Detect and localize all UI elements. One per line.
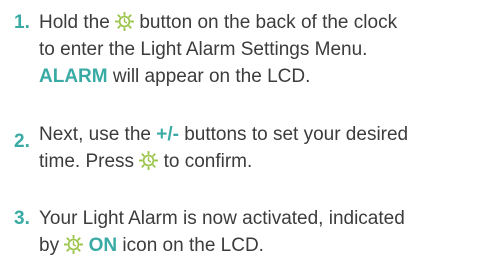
sun-clock-icon <box>139 151 159 170</box>
step-text: Your Light Alarm is now activated, indic… <box>39 205 499 259</box>
step-text-part: icon on the LCD. <box>122 235 264 256</box>
step-text-part: to confirm. <box>163 151 253 172</box>
step-text-part: Next, use the <box>39 124 151 145</box>
step-text-part: button on the back of the clock <box>139 12 398 33</box>
step-text-part: will appear on the LCD. <box>112 66 311 87</box>
step-text-part: by <box>39 235 60 256</box>
on-keyword: ON <box>88 235 118 256</box>
sun-clock-icon <box>115 12 135 31</box>
instructions-page: 1. Hold the button on the back of the cl… <box>0 0 500 269</box>
sun-clock-icon <box>64 235 84 254</box>
step-number: 3. <box>14 208 30 229</box>
step-text-part: Your Light Alarm is now activated, indic… <box>39 208 405 229</box>
step-text: Hold the button on the back of the clock… <box>39 9 499 90</box>
step-text-part: buttons to set your desired <box>184 124 409 145</box>
alarm-keyword: ALARM <box>39 66 108 87</box>
plus-minus-buttons-label: +/- <box>156 124 179 145</box>
step-text-part: Hold the <box>39 12 110 33</box>
step-number: 1. <box>14 12 30 33</box>
step-number: 2. <box>14 131 30 152</box>
step-text: Next, use the +/- buttons to set your de… <box>39 121 499 175</box>
step-text-part: to enter the Light Alarm Settings Menu. <box>39 39 368 60</box>
step-text-part: time. Press <box>39 151 135 172</box>
